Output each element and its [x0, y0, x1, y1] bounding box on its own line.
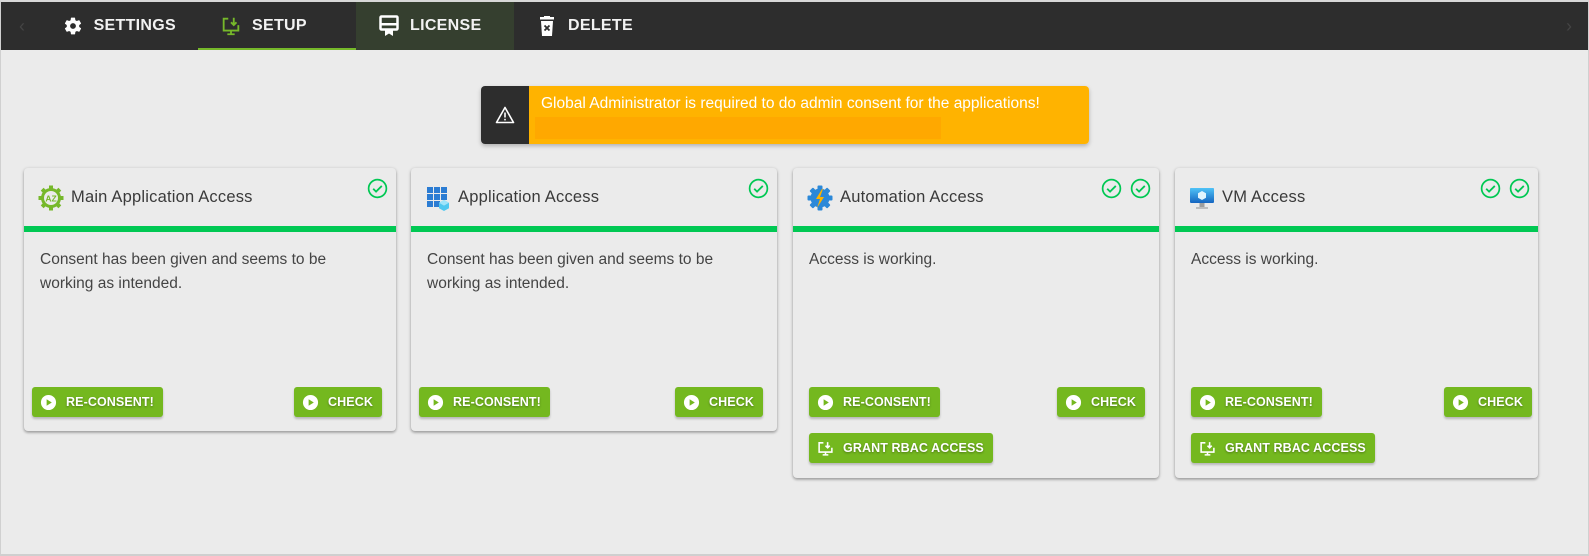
card-header: VM Access: [1175, 168, 1538, 226]
install-icon: [817, 440, 834, 457]
play-circle-icon: [302, 394, 319, 411]
tab-label: SETUP: [252, 17, 307, 34]
tab-settings[interactable]: SETTINGS: [41, 2, 198, 50]
warning-icon: [495, 106, 515, 124]
grant-rbac-access-button[interactable]: GRANT RBAC ACCESS: [1191, 433, 1375, 463]
check-button[interactable]: CHECK: [675, 387, 763, 417]
tab-delete[interactable]: DELETE: [514, 2, 664, 50]
re-consent-button[interactable]: RE-CONSENT!: [419, 387, 550, 417]
tab-label: SETTINGS: [93, 17, 176, 34]
chevron-left-icon: ‹: [19, 15, 25, 36]
admin-consent-alert: Global Administrator is required to do a…: [481, 86, 1089, 144]
status-checks: [748, 178, 769, 199]
button-label: CHECK: [709, 395, 754, 409]
az-gear-icon: AZ: [38, 185, 64, 211]
card-automation-access: Automation Access Access is working. RE-…: [793, 168, 1159, 478]
scroll-tabs-right-button[interactable]: ›: [1554, 2, 1584, 50]
card-header: AZ Main Application Access: [24, 168, 396, 226]
button-label: CHECK: [1478, 395, 1523, 409]
automation-gear-icon: [807, 185, 833, 211]
vm-monitor-icon: [1189, 185, 1215, 211]
alert-body: Global Administrator is required to do a…: [529, 86, 1089, 144]
card-application-access: Application Access Consent has been give…: [411, 168, 777, 431]
play-circle-icon: [40, 394, 57, 411]
status-bar: [411, 226, 777, 232]
card-status-text: Consent has been given and seems to be w…: [40, 251, 327, 292]
play-circle-icon: [1452, 394, 1469, 411]
status-checks: [1480, 178, 1530, 199]
button-label: RE-CONSENT!: [1225, 395, 1313, 409]
install-icon: [220, 15, 242, 37]
card-status-text: Consent has been given and seems to be w…: [427, 251, 714, 292]
tab-bar: SETTINGS SETUP LICENSE DELETE: [41, 2, 664, 50]
certificate-icon: [378, 15, 400, 37]
card-header: Application Access: [411, 168, 777, 226]
check-circle-icon: [1480, 178, 1501, 199]
status-bar: [1175, 226, 1538, 232]
re-consent-button[interactable]: RE-CONSENT!: [809, 387, 940, 417]
scroll-tabs-left-button[interactable]: ‹: [7, 2, 37, 50]
button-label: CHECK: [1091, 395, 1136, 409]
tab-setup[interactable]: SETUP: [198, 2, 356, 50]
check-circle-icon: [1509, 178, 1530, 199]
status-bar: [793, 226, 1159, 232]
button-label: RE-CONSENT!: [453, 395, 541, 409]
button-label: GRANT RBAC ACCESS: [1225, 441, 1366, 455]
tab-license[interactable]: LICENSE: [356, 2, 514, 50]
grant-rbac-access-button[interactable]: GRANT RBAC ACCESS: [809, 433, 993, 463]
button-label: CHECK: [328, 395, 373, 409]
check-circle-icon: [748, 178, 769, 199]
card-vm-access: VM Access Access is working. RE-CONSENT!…: [1175, 168, 1538, 478]
svg-text:AZ: AZ: [45, 193, 56, 203]
check-button[interactable]: CHECK: [294, 387, 382, 417]
tab-label: DELETE: [568, 17, 633, 34]
card-title: Main Application Access: [71, 188, 253, 206]
check-button[interactable]: CHECK: [1444, 387, 1532, 417]
status-bar: [24, 226, 396, 232]
check-button[interactable]: CHECK: [1057, 387, 1145, 417]
card-status-text: Access is working.: [1191, 251, 1319, 268]
install-icon: [1199, 440, 1216, 457]
card-status-text: Access is working.: [809, 251, 937, 268]
play-circle-icon: [1065, 394, 1082, 411]
card-title: Application Access: [458, 188, 600, 206]
alert-message: Global Administrator is required to do a…: [541, 95, 1040, 112]
check-circle-icon: [1130, 178, 1151, 199]
re-consent-button[interactable]: RE-CONSENT!: [32, 387, 163, 417]
button-label: RE-CONSENT!: [66, 395, 154, 409]
card-title: VM Access: [1222, 188, 1306, 206]
app-grid-icon: [425, 185, 451, 211]
gear-icon: [63, 15, 84, 37]
play-circle-icon: [1199, 394, 1216, 411]
alert-progress-area: [535, 117, 941, 139]
chevron-right-icon: ›: [1566, 15, 1572, 36]
play-circle-icon: [817, 394, 834, 411]
card-header: Automation Access: [793, 168, 1159, 226]
button-label: RE-CONSENT!: [843, 395, 931, 409]
re-consent-button[interactable]: RE-CONSENT!: [1191, 387, 1322, 417]
play-circle-icon: [427, 394, 444, 411]
button-label: GRANT RBAC ACCESS: [843, 441, 984, 455]
check-circle-icon: [1101, 178, 1122, 199]
tab-label: LICENSE: [410, 17, 482, 34]
alert-icon-box: [481, 86, 529, 144]
card-main-application-access: AZ Main Application Access Consent has b…: [24, 168, 396, 431]
status-checks: [367, 178, 388, 199]
check-circle-icon: [367, 178, 388, 199]
status-checks: [1101, 178, 1151, 199]
trash-icon: [536, 15, 558, 37]
card-title: Automation Access: [840, 188, 984, 206]
play-circle-icon: [683, 394, 700, 411]
top-nav-bar: ‹ SETTINGS SETUP LICENSE DELETE ›: [1, 2, 1588, 50]
